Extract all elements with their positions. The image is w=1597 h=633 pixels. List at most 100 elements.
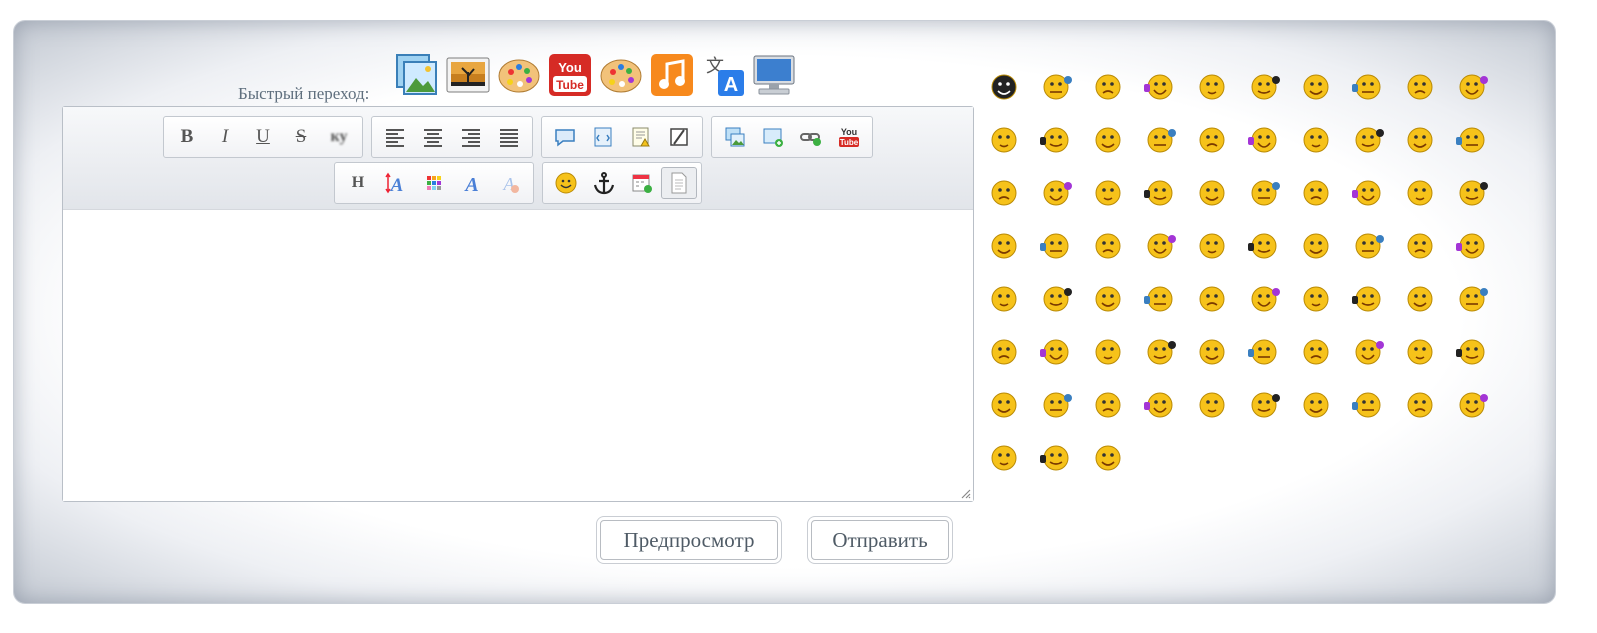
smiley-item[interactable]	[1186, 60, 1238, 113]
spoiler-button[interactable]	[622, 121, 660, 153]
smiley-item[interactable]	[1394, 378, 1446, 431]
smiley-item[interactable]	[978, 272, 1030, 325]
image-gallery-icon[interactable]	[394, 52, 440, 98]
font-size-button[interactable]: A	[377, 167, 415, 199]
smiley-item[interactable]	[1238, 272, 1290, 325]
smiley-item[interactable]	[1394, 219, 1446, 272]
smiley-item[interactable]	[1134, 378, 1186, 431]
palette-icon[interactable]	[598, 52, 644, 98]
smiley-item[interactable]	[1186, 272, 1238, 325]
smiley-item[interactable]	[1290, 60, 1342, 113]
preview-button[interactable]: Предпросмотр	[600, 520, 778, 560]
smiley-item[interactable]	[1134, 60, 1186, 113]
smiley-item[interactable]	[1238, 60, 1290, 113]
smiley-item[interactable]	[1134, 325, 1186, 378]
font-family-button[interactable]: A	[453, 167, 491, 199]
smiley-item[interactable]	[1290, 166, 1342, 219]
align-justify-button[interactable]	[490, 121, 528, 153]
smiley-item[interactable]	[1030, 60, 1082, 113]
italic-button[interactable]: I	[206, 121, 244, 153]
smiley-item[interactable]	[1290, 378, 1342, 431]
smiley-item[interactable]	[1134, 166, 1186, 219]
smiley-item[interactable]	[1082, 378, 1134, 431]
smiley-item[interactable]	[1186, 166, 1238, 219]
smiley-item[interactable]	[1082, 60, 1134, 113]
smiley-item[interactable]	[1342, 113, 1394, 166]
landscape-photo-icon[interactable]	[445, 52, 491, 98]
music-note-icon[interactable]	[649, 52, 695, 98]
smiley-item[interactable]	[1030, 431, 1082, 484]
code-button[interactable]	[584, 121, 622, 153]
smiley-item[interactable]	[1342, 378, 1394, 431]
smiley-item[interactable]	[1238, 378, 1290, 431]
smiley-item[interactable]	[1134, 219, 1186, 272]
smiley-item[interactable]	[1238, 325, 1290, 378]
smiley-item[interactable]	[1290, 272, 1342, 325]
underline-button[interactable]: U	[244, 121, 282, 153]
smiley-item[interactable]	[1082, 113, 1134, 166]
smiley-item[interactable]	[1342, 60, 1394, 113]
smiley-item[interactable]	[1446, 325, 1498, 378]
insert-image-button[interactable]	[716, 121, 754, 153]
palette-icon[interactable]	[496, 52, 542, 98]
smiley-item[interactable]	[1030, 219, 1082, 272]
remove-format-button[interactable]: A	[491, 167, 529, 199]
smiley-item[interactable]	[1186, 113, 1238, 166]
smiley-item[interactable]	[1030, 166, 1082, 219]
smiley-item[interactable]	[1342, 219, 1394, 272]
source-mode-button[interactable]	[661, 167, 697, 199]
smiley-item[interactable]	[1290, 113, 1342, 166]
hide-button[interactable]	[660, 121, 698, 153]
smiley-item[interactable]	[1238, 219, 1290, 272]
smiley-item[interactable]	[1082, 431, 1134, 484]
smiley-item[interactable]	[1030, 325, 1082, 378]
blur-text-button[interactable]: ку	[320, 121, 358, 153]
computer-monitor-icon[interactable]	[751, 52, 797, 98]
smiley-item[interactable]	[1186, 325, 1238, 378]
message-textarea[interactable]	[63, 210, 973, 501]
bold-button[interactable]: B	[168, 121, 206, 153]
align-center-button[interactable]	[414, 121, 452, 153]
smiley-item[interactable]	[1082, 219, 1134, 272]
smiley-item[interactable]	[1290, 219, 1342, 272]
smiley-item[interactable]	[1186, 219, 1238, 272]
smiley-item[interactable]	[1082, 325, 1134, 378]
smiley-item[interactable]	[1394, 60, 1446, 113]
smiley-item[interactable]	[1446, 378, 1498, 431]
heading-button[interactable]: H	[339, 167, 377, 199]
smiley-item[interactable]	[978, 113, 1030, 166]
smiley-item[interactable]	[1342, 272, 1394, 325]
translate-icon[interactable]: 文A	[700, 52, 746, 98]
align-left-button[interactable]	[376, 121, 414, 153]
quote-button[interactable]	[546, 121, 584, 153]
smiley-item[interactable]	[1342, 166, 1394, 219]
insert-youtube-button[interactable]: You Tube	[830, 121, 868, 153]
smiley-item[interactable]	[978, 431, 1030, 484]
align-right-button[interactable]	[452, 121, 490, 153]
smiley-item[interactable]	[1134, 113, 1186, 166]
font-color-button[interactable]	[415, 167, 453, 199]
resize-handle-icon[interactable]	[959, 487, 971, 499]
smiley-item[interactable]	[1394, 113, 1446, 166]
smiley-item[interactable]	[1082, 166, 1134, 219]
insert-link-button[interactable]	[792, 121, 830, 153]
smiley-item[interactable]	[1342, 325, 1394, 378]
smiley-item[interactable]	[978, 60, 1030, 113]
smiley-item[interactable]	[978, 219, 1030, 272]
smiley-item[interactable]	[978, 325, 1030, 378]
smiley-item[interactable]	[1394, 272, 1446, 325]
smiley-item[interactable]	[1186, 378, 1238, 431]
smiley-item[interactable]	[978, 166, 1030, 219]
smiley-item[interactable]	[1290, 325, 1342, 378]
submit-button[interactable]: Отправить	[811, 520, 949, 560]
smiley-item[interactable]	[1030, 378, 1082, 431]
strikethrough-button[interactable]: S	[282, 121, 320, 153]
smiley-item[interactable]	[1446, 113, 1498, 166]
smiley-item[interactable]	[1446, 272, 1498, 325]
smiley-item[interactable]	[1134, 272, 1186, 325]
smiley-item[interactable]	[1030, 113, 1082, 166]
smiley-item[interactable]	[1446, 219, 1498, 272]
insert-date-button[interactable]	[623, 167, 661, 199]
smiley-item[interactable]	[1238, 113, 1290, 166]
smiley-item[interactable]	[1238, 166, 1290, 219]
